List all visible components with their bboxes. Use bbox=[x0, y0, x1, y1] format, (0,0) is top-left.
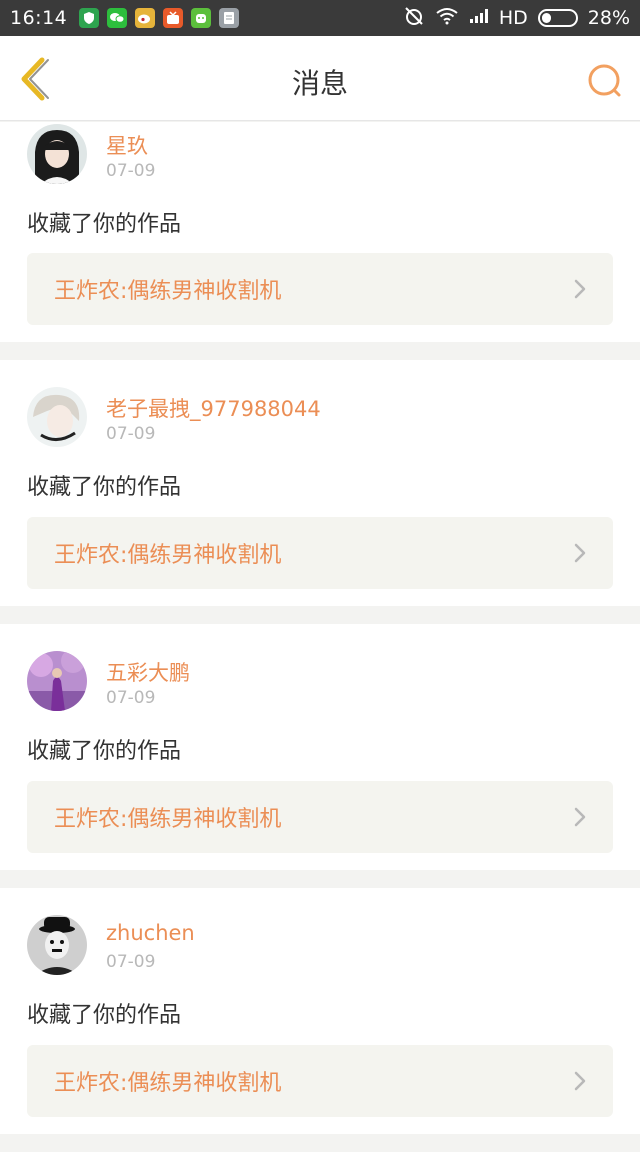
message-action: 收藏了你的作品 bbox=[27, 212, 182, 237]
weibo-icon bbox=[135, 8, 156, 28]
search-icon bbox=[588, 64, 621, 97]
work-title: 王炸农:偶练男神收割机 bbox=[54, 807, 282, 832]
tv-app-icon bbox=[163, 8, 184, 28]
work-link[interactable]: 王炸农:偶练男神收割机 bbox=[27, 253, 613, 325]
message-action: 收藏了你的作品 bbox=[27, 1003, 182, 1028]
shield-app-icon bbox=[79, 8, 100, 28]
message-action: 收藏了你的作品 bbox=[27, 739, 182, 764]
wifi-icon bbox=[435, 7, 459, 30]
message-action: 收藏了你的作品 bbox=[27, 475, 182, 500]
chevron-right-icon bbox=[574, 543, 586, 563]
network-type: HD bbox=[498, 7, 528, 29]
avatar[interactable] bbox=[27, 651, 87, 711]
user-name[interactable]: zhuchen bbox=[106, 921, 195, 945]
chevron-right-icon bbox=[574, 807, 586, 827]
avatar[interactable] bbox=[27, 124, 87, 184]
work-title: 王炸农:偶练男神收割机 bbox=[54, 279, 282, 304]
work-link[interactable]: 王炸农:偶练男神收割机 bbox=[27, 517, 613, 589]
work-title: 王炸农:偶练男神收割机 bbox=[54, 543, 282, 568]
message-card: 星玖 07-09 收藏了你的作品 王炸农:偶练男神收割机 bbox=[0, 122, 640, 342]
status-indicators: HD 28% bbox=[403, 5, 630, 32]
notes-app-icon bbox=[219, 8, 240, 28]
message-card: 五彩大鹏 07-09 收藏了你的作品 王炸农:偶练男神收割机 bbox=[0, 624, 640, 870]
message-list: 星玖 07-09 收藏了你的作品 王炸农:偶练男神收割机 老子最拽_977988… bbox=[0, 122, 640, 1152]
app-header: 消息 bbox=[0, 36, 640, 121]
search-button[interactable] bbox=[586, 62, 624, 100]
work-link[interactable]: 王炸农:偶练男神收割机 bbox=[27, 781, 613, 853]
wechat-icon bbox=[107, 8, 128, 28]
message-date: 07-09 bbox=[106, 161, 156, 181]
battery-percent: 28% bbox=[587, 7, 630, 29]
user-name[interactable]: 老子最拽_977988044 bbox=[106, 393, 321, 423]
avatar[interactable] bbox=[27, 915, 87, 975]
status-time: 16:14 bbox=[10, 7, 68, 29]
message-date: 07-09 bbox=[106, 688, 156, 708]
status-bar: 16:14 HD 28% bbox=[0, 0, 640, 36]
page-title: 消息 bbox=[291, 67, 348, 100]
alarm-off-icon bbox=[403, 5, 425, 32]
avatar[interactable] bbox=[27, 387, 87, 447]
battery-icon bbox=[537, 9, 578, 27]
message-date: 07-09 bbox=[106, 952, 156, 972]
user-name[interactable]: 星玖 bbox=[106, 130, 148, 160]
work-link[interactable]: 王炸农:偶练男神收割机 bbox=[27, 1045, 613, 1117]
chevron-right-icon bbox=[574, 279, 586, 299]
work-title: 王炸农:偶练男神收割机 bbox=[54, 1071, 282, 1096]
user-name[interactable]: 五彩大鹏 bbox=[106, 657, 190, 687]
robot-app-icon bbox=[191, 8, 212, 28]
message-date: 07-09 bbox=[106, 424, 156, 444]
message-card: zhuchen 07-09 收藏了你的作品 王炸农:偶练男神收割机 bbox=[0, 888, 640, 1134]
signal-icon bbox=[469, 7, 489, 29]
chevron-right-icon bbox=[574, 1071, 586, 1091]
message-card: 老子最拽_977988044 07-09 收藏了你的作品 王炸农:偶练男神收割机 bbox=[0, 360, 640, 606]
